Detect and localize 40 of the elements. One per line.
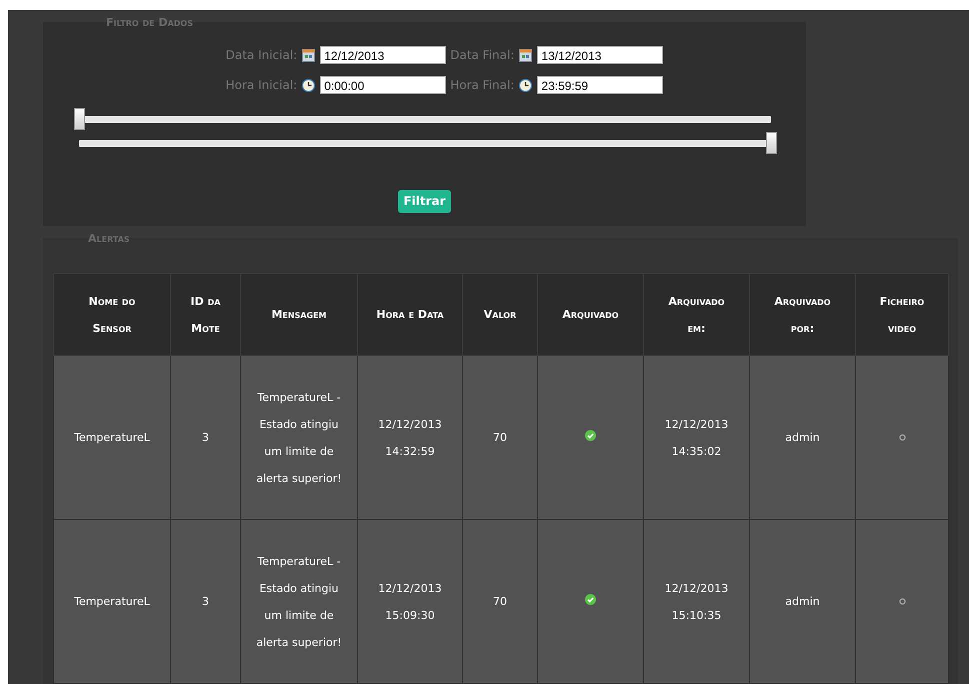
date-field[interactable]: 13/12/2013 xyxy=(537,46,664,64)
time-field[interactable]: 23:59:59 xyxy=(537,76,664,94)
video-dot-icon[interactable] xyxy=(898,598,906,605)
column-header: Valor xyxy=(484,308,516,321)
time-field[interactable]: 0:00:00 xyxy=(320,76,446,94)
alert-datetime: 12/12/2013 14:32:59 xyxy=(377,416,443,460)
clock-icon xyxy=(302,78,316,92)
field-label: Data Final: xyxy=(450,48,514,62)
clock-icon xyxy=(519,78,532,92)
column-header: Nome do Sensor xyxy=(88,294,136,334)
alert-datetime: 12/12/2013 15:09:30 xyxy=(377,580,443,624)
column-header: Arquivado por: xyxy=(774,294,831,334)
column-header: Arquivado xyxy=(562,308,619,321)
column-header: Hora e Data xyxy=(376,308,444,321)
column-header: ID da Mote xyxy=(190,294,220,336)
alert-message: TemperatureL - Estado atingiu um limite de alerta superior! xyxy=(255,554,343,650)
calendar-icon xyxy=(302,48,316,62)
column-header: Ficheiro video xyxy=(880,294,924,334)
alert-value: 70 xyxy=(493,430,507,446)
column-header: Arquivado em: xyxy=(668,294,725,334)
field-label: Data Inicial: xyxy=(226,48,298,62)
mote-id: 3 xyxy=(202,594,209,610)
slider-handle[interactable] xyxy=(74,108,85,130)
field-label: Hora Inicial: xyxy=(226,78,298,92)
mote-id: 3 xyxy=(202,430,209,446)
sensor-name: TemperatureL xyxy=(74,430,150,446)
video-dot-icon[interactable] xyxy=(898,434,906,441)
date-field[interactable]: 12/12/2013 xyxy=(320,46,446,64)
slider-handle[interactable] xyxy=(766,132,777,154)
panel-title: Filtro de Dados xyxy=(106,16,193,29)
archived-by: admin xyxy=(785,594,820,610)
alert-message: TemperatureL - Estado atingiu um limite de alerta superior! xyxy=(255,390,343,486)
sensor-name: TemperatureL xyxy=(74,594,150,610)
column-header: Mensagem xyxy=(271,308,327,321)
field-label: Hora Final: xyxy=(450,78,514,92)
calendar-icon xyxy=(519,48,532,62)
archived-datetime: 12/12/2013 14:35:02 xyxy=(664,416,730,460)
archived-by: admin xyxy=(785,430,820,446)
archived-datetime: 12/12/2013 15:10:35 xyxy=(664,580,730,624)
alert-value: 70 xyxy=(493,594,507,610)
